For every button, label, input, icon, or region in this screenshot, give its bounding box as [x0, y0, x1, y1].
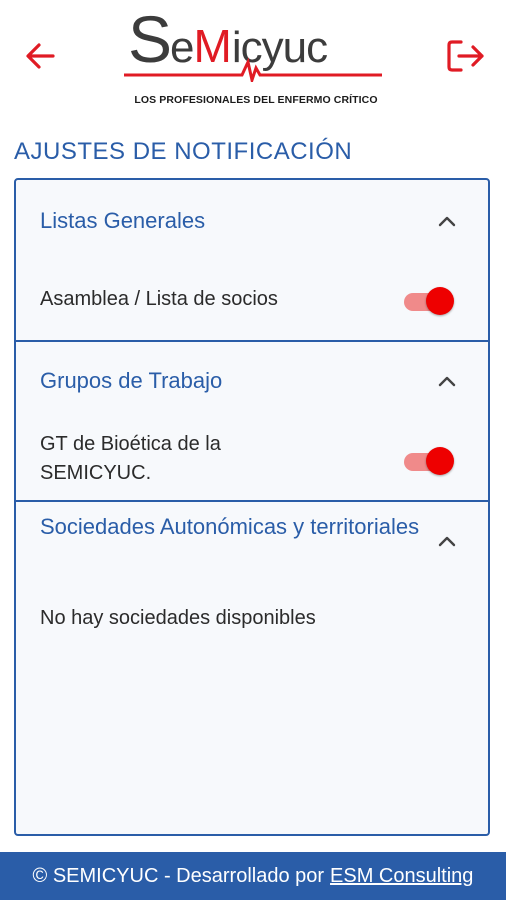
section-grupos-trabajo: Grupos de Trabajo GT de Bioética de la S…: [16, 342, 488, 502]
empty-state-text: No hay sociedades disponibles: [40, 607, 316, 629]
chevron-up-icon[interactable]: [436, 370, 458, 392]
back-button[interactable]: [18, 34, 62, 78]
app-header: SeMicyuc LOS PROFESIONALES DEL ENFERMO C…: [0, 0, 506, 118]
notification-settings-panel: Listas Generales Asamblea / Lista de soc…: [14, 178, 490, 836]
footer: © SEMICYUC - Desarrollado por ESM Consul…: [0, 852, 506, 900]
notification-toggle[interactable]: [402, 286, 454, 316]
chevron-up-icon[interactable]: [436, 210, 458, 232]
section-title: Sociedades Autonómicas y territoriales: [40, 514, 420, 539]
semicyuc-logo: SeMicyuc LOS PROFESIONALES DEL ENFERMO C…: [124, 4, 386, 110]
notification-toggle[interactable]: [402, 446, 454, 476]
section-listas-generales: Listas Generales Asamblea / Lista de soc…: [16, 180, 488, 342]
section-title: Listas Generales: [40, 208, 206, 233]
list-item-label: Asamblea / Lista de socios: [40, 288, 278, 310]
section-sociedades-autonomicas: Sociedades Autonómicas y territoriales N…: [16, 502, 488, 834]
toggle-knob: [426, 447, 454, 475]
footer-text: © SEMICYUC - Desarrollado por: [32, 864, 325, 887]
logout-icon: [447, 40, 484, 72]
ecg-line-icon: [124, 57, 382, 82]
page-title: AJUSTES DE NOTIFICACIÓN: [14, 138, 353, 165]
chevron-up-icon[interactable]: [436, 530, 458, 552]
logout-button[interactable]: [444, 34, 488, 78]
toggle-knob: [426, 287, 454, 315]
logo-tagline: LOS PROFESIONALES DEL ENFERMO CRÍTICO: [134, 94, 378, 106]
arrow-left-icon: [26, 43, 55, 69]
footer-link-esm-consulting[interactable]: ESM Consulting: [330, 865, 473, 888]
list-item-label: GT de Bioética de la SEMICYUC.: [40, 433, 221, 484]
section-title: Grupos de Trabajo: [40, 368, 223, 393]
